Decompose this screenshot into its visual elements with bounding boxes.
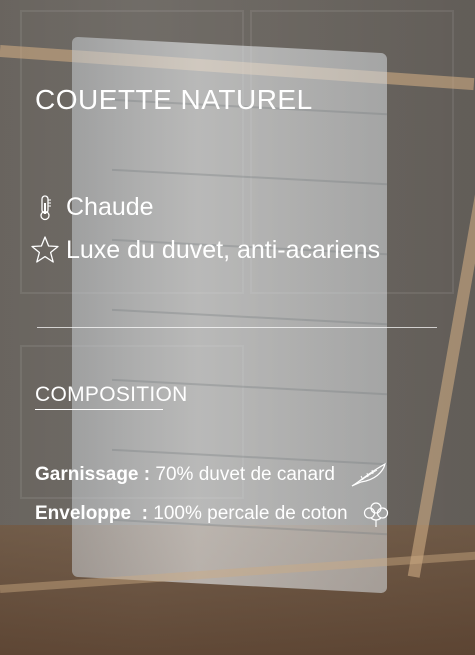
feature-label: Chaude (66, 193, 154, 221)
cotton-flower-icon (362, 500, 390, 528)
thermometer-icon (30, 194, 60, 221)
product-title: COUETTE NATUREL (35, 84, 313, 115)
star-icon (30, 235, 60, 265)
feather-icon (349, 462, 389, 488)
composition-row-filling: Garnissage : 70% duvet de canard (35, 462, 389, 488)
divider (37, 327, 437, 328)
composition-value: 100% percale de coton (147, 503, 348, 524)
composition-value: 70% duvet de canard (150, 464, 335, 485)
composition-key: Enveloppe : (35, 503, 148, 524)
text-overlay: COUETTE NATUREL Chaude Luxe du duvet, an… (0, 0, 475, 655)
composition-key: Garnissage : (35, 464, 151, 485)
product-card: COUETTE NATUREL Chaude Luxe du duvet, an… (0, 0, 475, 655)
composition-underline (35, 409, 163, 410)
composition-row-envelope: Enveloppe : 100% percale de coton (35, 500, 390, 528)
feature-luxury: Luxe du duvet, anti-acariens (30, 235, 380, 265)
feature-label: Luxe du duvet, anti-acariens (66, 235, 381, 264)
feature-warmth: Chaude (30, 193, 154, 222)
composition-title: COMPOSITION (35, 383, 188, 406)
